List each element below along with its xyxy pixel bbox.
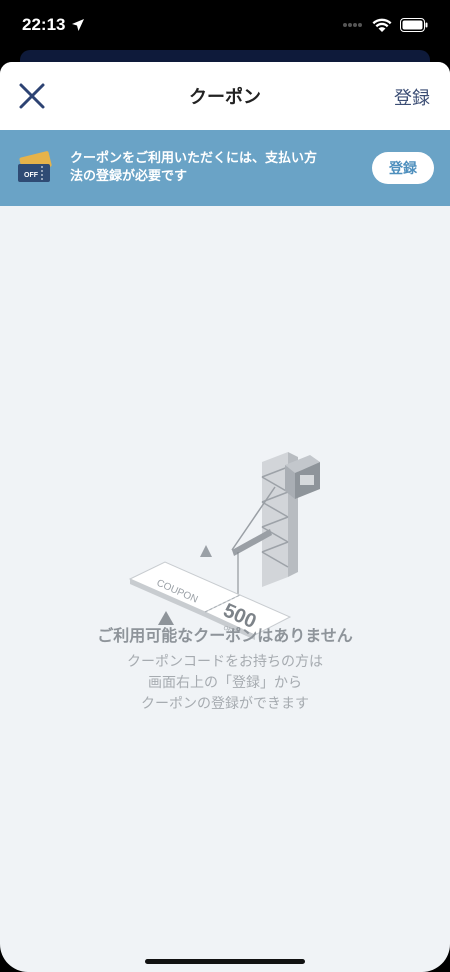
payment-required-banner: OFF クーポンをご利用いただくには、支払い方 法の登録が必要です 登録 <box>0 130 450 206</box>
empty-state-line: クーポンの登録ができます <box>141 696 309 712</box>
traffic-cone-icon <box>200 545 212 557</box>
ticket-off-label: OFF <box>24 172 39 179</box>
status-icons <box>342 18 428 33</box>
banner-text-line1: クーポンをご利用いただくには、支払い方 <box>70 151 318 166</box>
construction-coupon-illustration: COUPON 500 OFF <box>128 452 320 640</box>
home-indicator[interactable] <box>145 959 305 964</box>
coupon-tickets-icon: OFF <box>18 151 52 182</box>
banner-text-line2: 法の登録が必要です <box>70 169 188 184</box>
status-bar: 22:13 <box>0 0 450 50</box>
coupon-sheet: クーポン 登録 OFF クーポンをご利用いただくには、支払い方 法の登録が必要で… <box>0 62 450 972</box>
status-time: 22:13 <box>22 15 85 35</box>
empty-state-title: ご利用可能なクーポンはありません <box>97 626 353 645</box>
banner-text: クーポンをご利用いただくには、支払い方 法の登録が必要です <box>70 150 360 186</box>
crane-icon <box>231 452 320 612</box>
close-icon[interactable] <box>16 80 48 112</box>
signal-dots-icon <box>343 23 362 27</box>
wifi-icon <box>372 18 392 32</box>
empty-state-line: クーポンコードをお持ちの方は <box>127 654 323 670</box>
location-arrow-icon <box>72 19 85 31</box>
page-title: クーポン <box>189 87 261 108</box>
nav-bar: クーポン 登録 <box>0 62 450 130</box>
register-link[interactable]: 登録 <box>394 84 430 110</box>
battery-icon <box>400 18 428 32</box>
empty-state-description: クーポンコードをお持ちの方は 画面右上の「登録」から クーポンの登録ができます <box>0 652 450 715</box>
banner-register-button[interactable]: 登録 <box>372 152 434 184</box>
time-text: 22:13 <box>22 15 66 34</box>
empty-state-line: 画面右上の「登録」から <box>148 675 302 691</box>
